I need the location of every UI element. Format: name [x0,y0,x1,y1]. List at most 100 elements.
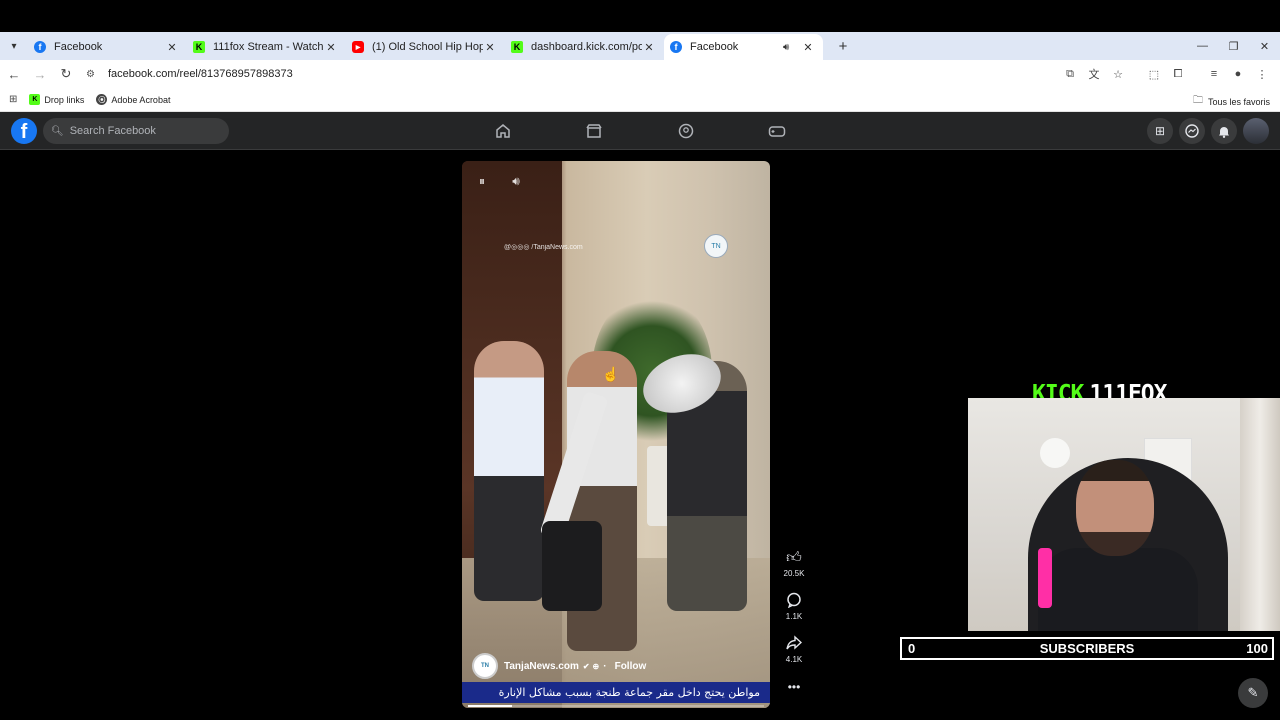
url-bar[interactable]: ⚙ facebook.com/reel/813768957898373 [86,62,1056,86]
translate-icon[interactable]: 文 [1082,62,1106,86]
video-watermark: @◎◎◎ /TanjaNews.com [504,244,583,251]
close-tab-icon[interactable]: ✕ [642,41,656,54]
site-info-icon[interactable]: ⚙ [86,69,102,80]
browser-tab[interactable]: ▶ (1) Old School Hip Hop Mix - S ✕ [346,34,505,60]
tab-title: Facebook [690,41,739,53]
bookmark-drop-links[interactable]: K Drop links [29,94,84,105]
profile-icon[interactable]: ● [1226,62,1250,86]
facebook-search-input[interactable]: 🔍︎ Search Facebook [43,118,229,144]
share-icon [786,635,803,653]
tanjanews-logo-icon: TN [704,234,728,258]
bookmarks-bar: ⊞ K Drop links ⦿ Adobe Acrobat 🗀 Tous le… [0,88,1280,112]
video-scene [542,521,602,611]
page-avatar[interactable]: TN [472,653,498,679]
share-count: 4.1K [785,655,803,664]
webcam-scene [1240,398,1280,631]
home-icon[interactable] [492,120,514,142]
extensions-puzzle-icon[interactable]: ⧠ [1166,62,1190,86]
browser-tab-active[interactable]: f Facebook 🔊︎ ✕ [664,34,823,60]
more-options-button[interactable]: ••• [780,680,808,694]
media-controls-icon[interactable]: ≡ [1202,62,1226,86]
facebook-logo-icon[interactable]: f [11,118,37,144]
tab-title: Facebook [54,41,103,53]
install-app-icon[interactable]: ⧉ [1058,62,1082,86]
close-tab-icon[interactable]: ✕ [324,41,338,54]
bookmark-adobe-acrobat[interactable]: ⦿ Adobe Acrobat [96,94,170,105]
video-progress-fill [468,705,513,707]
webcam-scene [1040,438,1070,468]
search-placeholder: Search Facebook [69,125,156,137]
marketplace-icon[interactable] [583,120,605,142]
page-name[interactable]: TanjaNews.com [504,661,579,672]
facebook-favicon-icon: f [670,41,682,53]
browser-tab[interactable]: K dashboard.kick.com/popout/11 ✕ [505,34,664,60]
screen-top-bar [0,0,1280,32]
all-bookmarks-label: Tous les favoris [1207,96,1270,107]
video-scene [474,341,544,601]
volume-icon[interactable]: 🔊︎ [502,171,530,191]
close-tab-icon[interactable]: ✕ [165,41,179,54]
like-button[interactable]: 👍︎ 20.5K [780,549,808,578]
reel-video[interactable]: ⏸︎ 🔊︎ @◎◎◎ /TanjaNews.com TN TN TanjaNew… [462,161,770,708]
toolbar-separator [1130,62,1142,86]
kick-favicon-icon: K [511,41,523,53]
streamer-webcam [968,398,1280,631]
gaming-icon[interactable] [766,120,788,142]
close-window-icon[interactable]: ✕ [1249,32,1280,60]
globe-icon: ⊕ [592,661,600,671]
back-icon[interactable]: ← [2,62,26,86]
share-button[interactable]: 4.1K [780,635,808,664]
extension-icon[interactable]: ⬚ [1142,62,1166,86]
subscriber-label: SUBSCRIBERS [1039,641,1135,656]
comment-icon [786,592,802,610]
tab-title: 111fox Stream - Watch Live on [213,41,324,53]
comment-button[interactable]: 1.1K [780,592,808,621]
like-count: 20.5K [783,569,805,578]
video-progress-bar[interactable] [468,705,764,707]
folder-icon: 🗀 [1192,95,1203,106]
window-controls: — ❐ ✕ [1187,32,1280,60]
browser-tab[interactable]: K 111fox Stream - Watch Live on ✕ [187,34,346,60]
tab-title: dashboard.kick.com/popout/11 [531,41,642,53]
menu-grid-icon[interactable]: ⊞ [1147,118,1173,144]
bookmark-label: Adobe Acrobat [111,94,171,105]
close-tab-icon[interactable]: ✕ [801,41,815,54]
profile-avatar[interactable] [1243,118,1269,144]
more-options-icon: ••• [787,680,801,694]
messenger-icon[interactable] [1179,118,1205,144]
new-message-button[interactable]: ✎ [1238,678,1268,708]
follow-button[interactable]: Follow [615,661,647,672]
browser-tab-strip: ▾ f Facebook ✕ K 111fox Stream - Watch L… [0,32,1280,60]
reel-page-info: TN TanjaNews.com ✔ ⊕ · Follow [472,653,646,679]
subscriber-goal: 100 [1246,641,1268,656]
toolbar-icons: ⧉ 文 ☆ ⬚ ⧠ ≡ ● ⋮ [1058,62,1274,86]
like-icon: 👍︎ [786,549,802,566]
pause-icon[interactable]: ⏸︎ [468,171,496,191]
close-tab-icon[interactable]: ✕ [483,41,497,54]
video-caption: مواطن يحتج داخل مقر جماعة طنجة بسبب مشاك… [462,682,770,708]
more-menu-icon[interactable]: ⋮ [1250,62,1274,86]
all-bookmarks[interactable]: 🗀 Tous les favoris [1193,93,1270,110]
bookmark-star-icon[interactable]: ☆ [1106,62,1130,86]
new-tab-button[interactable]: + [831,34,855,58]
groups-icon[interactable] [675,120,697,142]
forward-icon[interactable]: → [28,62,52,86]
tab-search-icon[interactable]: ▾ [0,32,28,60]
audio-playing-icon[interactable]: 🔊︎ [783,42,797,53]
apps-grid-icon[interactable]: ⊞ [9,94,17,105]
facebook-favicon-icon: f [34,41,46,53]
toolbar-separator [1190,62,1202,86]
webcam-scene [1076,460,1154,556]
tab-title: (1) Old School Hip Hop Mix - S [372,41,483,53]
facebook-header: f 🔍︎ Search Facebook ⊞ [0,112,1280,150]
notifications-icon[interactable] [1211,118,1237,144]
kick-bookmark-icon: K [29,94,41,105]
verified-icon: ✔ [582,661,590,671]
restore-icon[interactable]: ❐ [1218,32,1249,60]
minimize-icon[interactable]: — [1187,32,1218,60]
mouse-cursor-icon: ☝ [602,366,620,382]
browser-tab[interactable]: f Facebook ✕ [28,34,187,60]
reload-icon[interactable]: ↻ [54,62,78,86]
url-text: facebook.com/reel/813768957898373 [108,68,293,80]
webcam-scene [1038,548,1052,608]
